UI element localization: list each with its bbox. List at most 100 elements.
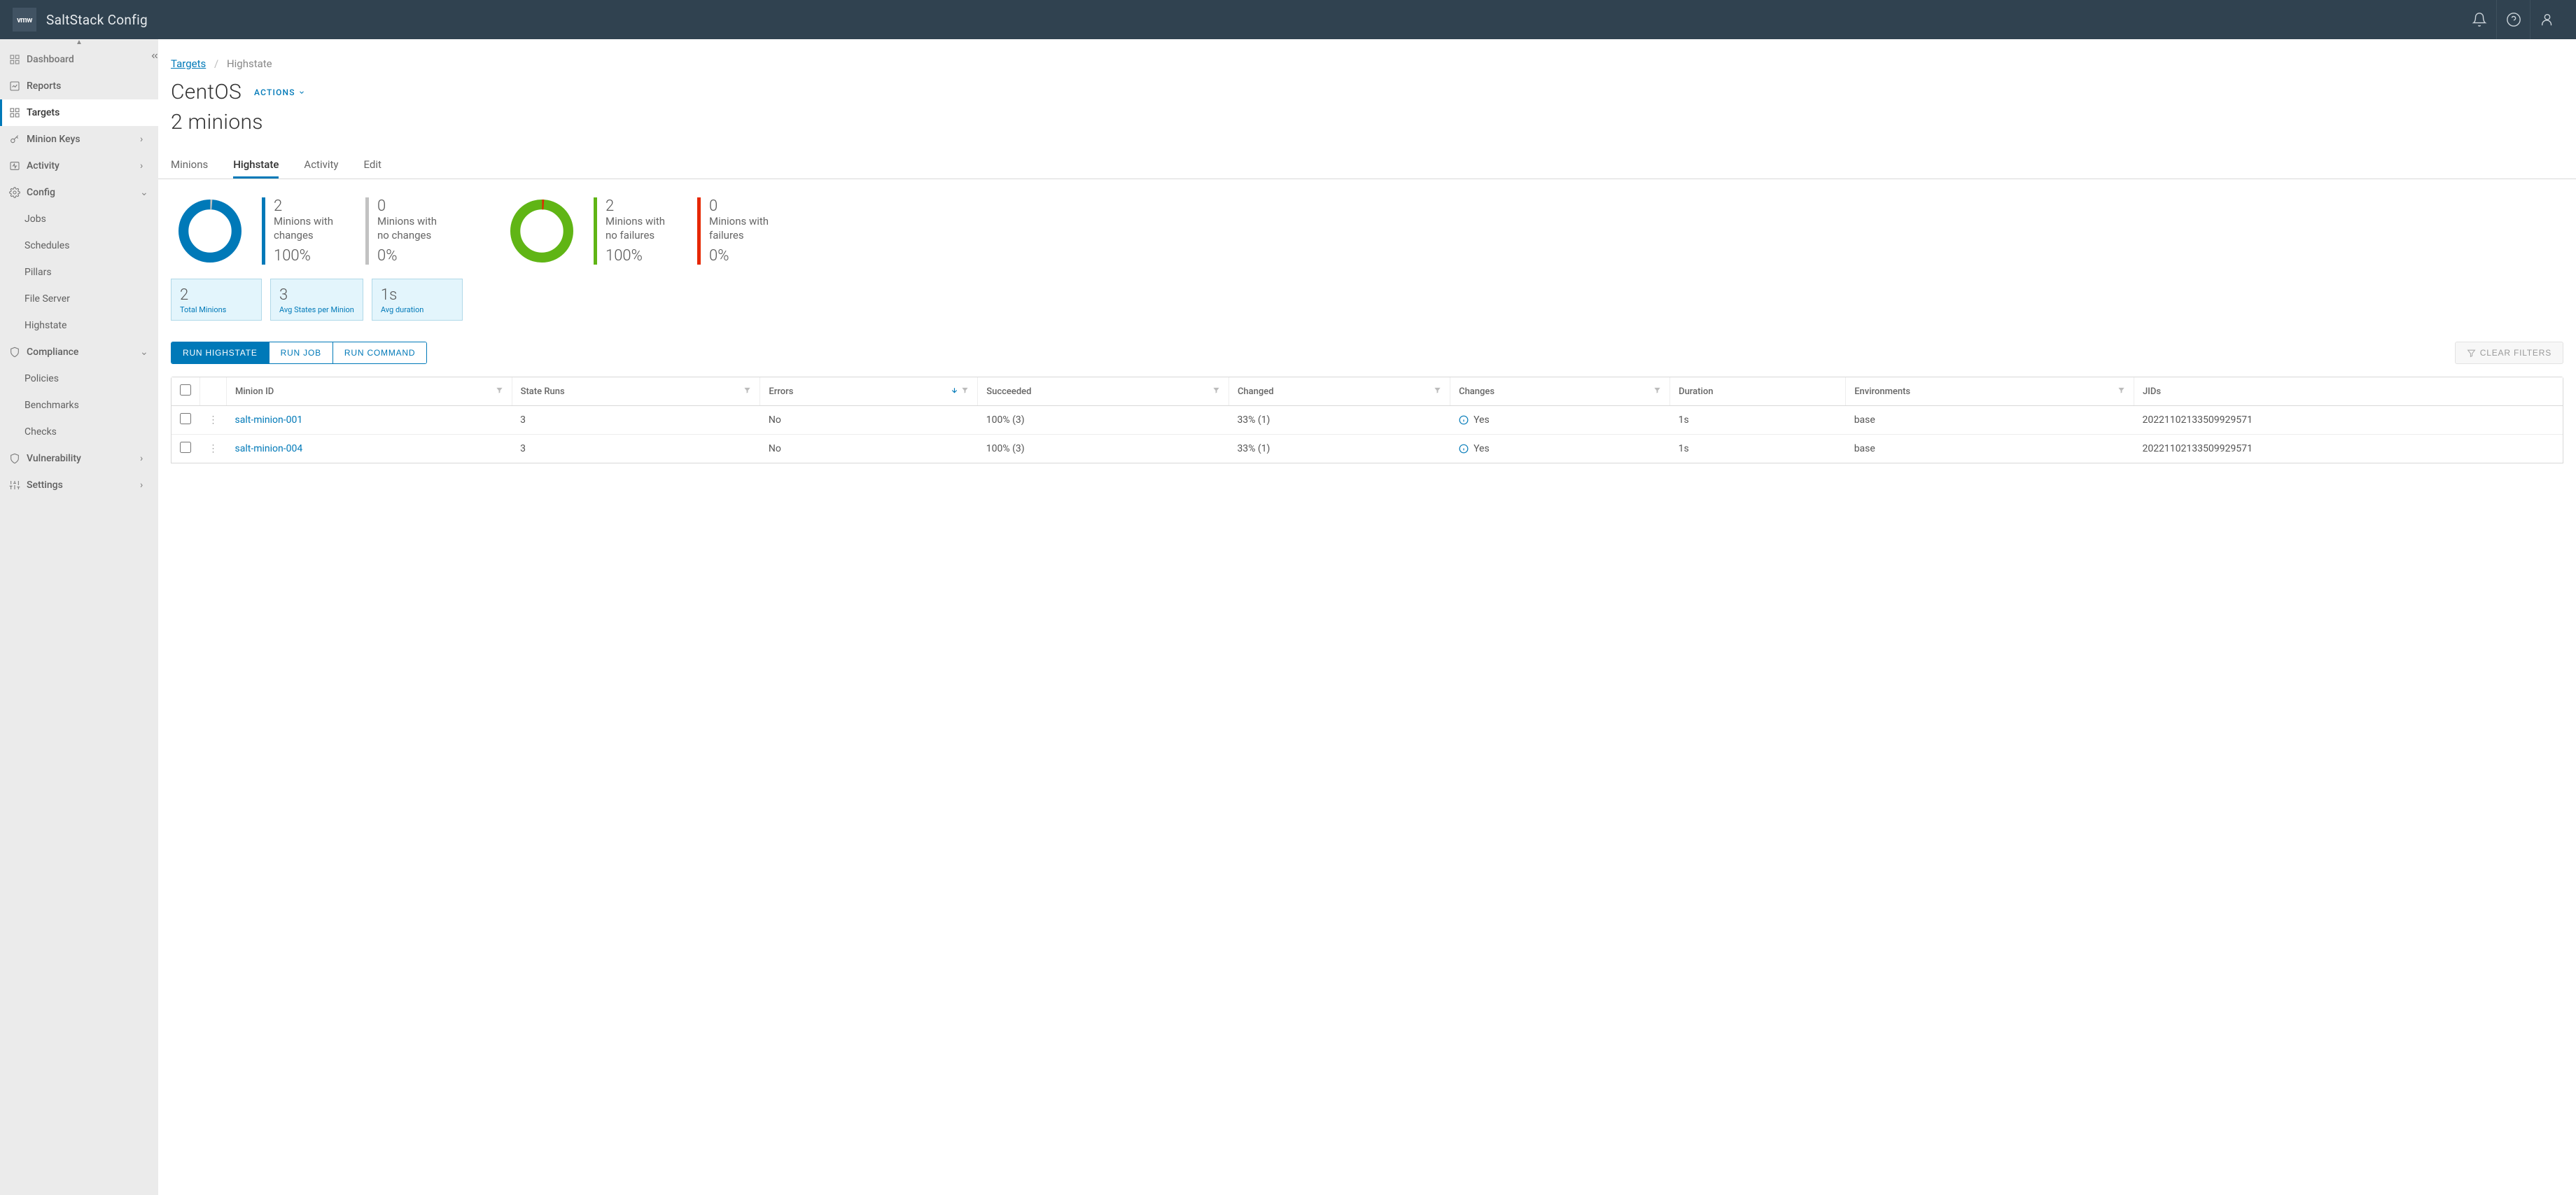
- sidebar-subitem-policies[interactable]: Policies: [0, 365, 158, 392]
- help-icon: [2506, 12, 2521, 27]
- sidebar-item-label: Highstate: [24, 320, 151, 331]
- minions-subtitle: 2 minions: [158, 107, 2576, 151]
- main-content: Targets / Highstate CentOS ACTIONS 2 min…: [158, 39, 2576, 1195]
- column-header-changes[interactable]: Changes: [1450, 377, 1670, 406]
- actions-dropdown[interactable]: ACTIONS: [254, 88, 305, 97]
- stat-percent: 100%: [274, 247, 353, 265]
- column-label: Environments: [1854, 386, 1910, 397]
- run-highstate-button[interactable]: RUN HIGHSTATE: [172, 342, 269, 363]
- stat-no-failures: 2Minions withno failures100%: [594, 197, 685, 265]
- info-icon: [1459, 415, 1469, 425]
- column-header-changed[interactable]: Changed: [1228, 377, 1450, 406]
- tile-label: Total Minions: [180, 305, 253, 314]
- cell-jids: 20221102133509929571: [2134, 435, 2563, 463]
- row-menu-icon[interactable]: ⋮: [209, 414, 218, 426]
- sidebar-item-minion-keys[interactable]: Minion Keys›: [0, 126, 158, 153]
- failures-donut-chart: [507, 196, 577, 266]
- row-checkbox[interactable]: [180, 442, 191, 453]
- sidebar-item-label: Targets: [27, 107, 151, 118]
- row-checkbox[interactable]: [180, 413, 191, 424]
- changes-donut-chart: [175, 196, 245, 266]
- notifications-button[interactable]: [2463, 0, 2496, 39]
- tab-highstate[interactable]: Highstate: [233, 151, 279, 179]
- filter-icon[interactable]: [1434, 386, 1441, 397]
- scroll-up-icon: ▲: [0, 39, 158, 46]
- tile-label: Avg duration: [381, 305, 454, 314]
- stat-label: Minions withchanges: [274, 215, 353, 242]
- sidebar-subitem-jobs[interactable]: Jobs: [0, 206, 158, 232]
- help-button[interactable]: [2496, 0, 2530, 39]
- tab-activity[interactable]: Activity: [304, 151, 338, 179]
- user-menu-button[interactable]: [2530, 0, 2563, 39]
- column-header-state-runs[interactable]: State Runs: [512, 377, 760, 406]
- sidebar: ▲ DashboardReportsTargetsMinion Keys›Act…: [0, 39, 158, 1195]
- stat-label: Minions withfailures: [709, 215, 788, 242]
- sidebar-item-label: Config: [27, 187, 140, 198]
- select-all-checkbox[interactable]: [180, 384, 191, 396]
- sidebar-item-reports[interactable]: Reports: [0, 73, 158, 99]
- sidebar-item-settings[interactable]: Settings›: [0, 472, 158, 498]
- filter-icon[interactable]: [961, 386, 969, 397]
- minion-id-link[interactable]: salt-minion-004: [235, 443, 303, 454]
- cell-environments: base: [1846, 435, 2134, 463]
- sidebar-item-dashboard[interactable]: Dashboard: [0, 46, 158, 73]
- sidebar-item-config[interactable]: Config⌄: [0, 179, 158, 206]
- minion-id-link[interactable]: salt-minion-001: [235, 414, 303, 426]
- column-header-minion-id[interactable]: Minion ID: [227, 377, 512, 406]
- cell-changed: 33% (1): [1228, 406, 1450, 435]
- cell-succeeded: 100% (3): [978, 406, 1229, 435]
- sidebar-collapse-button[interactable]: [148, 43, 161, 69]
- cell-duration: 1s: [1670, 406, 1846, 435]
- filter-icon[interactable]: [1212, 386, 1220, 397]
- column-label: Changed: [1238, 386, 1274, 397]
- sort-desc-icon[interactable]: [951, 386, 958, 397]
- chevron-right-icon: ›: [140, 453, 151, 464]
- column-header-errors[interactable]: Errors: [760, 377, 978, 406]
- sidebar-item-label: Checks: [24, 426, 151, 438]
- sidebar-item-label: Compliance: [27, 347, 140, 358]
- filter-icon[interactable]: [496, 386, 503, 397]
- breadcrumb-root-link[interactable]: Targets: [171, 57, 206, 70]
- breadcrumb-current: Highstate: [227, 57, 272, 70]
- sidebar-subitem-checks[interactable]: Checks: [0, 419, 158, 445]
- gear-icon: [8, 186, 21, 199]
- cell-state-runs: 3: [512, 435, 760, 463]
- sidebar-subitem-pillars[interactable]: Pillars: [0, 259, 158, 286]
- run-job-button[interactable]: RUN JOB: [269, 342, 332, 363]
- cell-jids: 20221102133509929571: [2134, 406, 2563, 435]
- clear-filters-button[interactable]: CLEAR FILTERS: [2455, 342, 2563, 364]
- stat-value: 0: [709, 197, 788, 215]
- grid-icon: [8, 106, 21, 119]
- column-header-jids[interactable]: JIDs: [2134, 377, 2563, 406]
- sidebar-item-label: Schedules: [24, 240, 151, 251]
- sidebar-item-label: Activity: [27, 160, 140, 172]
- shield-icon: [8, 346, 21, 358]
- tab-minions[interactable]: Minions: [171, 151, 208, 179]
- column-header-environments[interactable]: Environments: [1846, 377, 2134, 406]
- chevron-double-left-icon: [150, 51, 160, 61]
- sidebar-subitem-highstate[interactable]: Highstate: [0, 312, 158, 339]
- pulse-icon: [8, 160, 21, 172]
- column-header-succeeded[interactable]: Succeeded: [978, 377, 1229, 406]
- sidebar-subitem-file-server[interactable]: File Server: [0, 286, 158, 312]
- sidebar-item-compliance[interactable]: Compliance⌄: [0, 339, 158, 365]
- sidebar-subitem-benchmarks[interactable]: Benchmarks: [0, 392, 158, 419]
- changes-donut-group: [175, 196, 245, 266]
- run-command-button[interactable]: RUN COMMAND: [332, 342, 426, 363]
- stat-percent: 100%: [606, 247, 685, 265]
- shield-icon: [8, 452, 21, 465]
- sidebar-item-targets[interactable]: Targets: [0, 99, 158, 126]
- sidebar-item-vulnerability[interactable]: Vulnerability›: [0, 445, 158, 472]
- home-icon: [8, 53, 21, 66]
- stat-label: Minions withno failures: [606, 215, 685, 242]
- filter-icon[interactable]: [1653, 386, 1661, 397]
- tile-label: Avg States per Minion: [279, 305, 354, 314]
- column-header-duration[interactable]: Duration: [1670, 377, 1846, 406]
- filter-icon[interactable]: [2118, 386, 2125, 397]
- sidebar-subitem-schedules[interactable]: Schedules: [0, 232, 158, 259]
- cell-succeeded: 100% (3): [978, 435, 1229, 463]
- sidebar-item-activity[interactable]: Activity›: [0, 153, 158, 179]
- row-menu-icon[interactable]: ⋮: [209, 443, 218, 454]
- filter-icon[interactable]: [743, 386, 751, 397]
- tab-edit[interactable]: Edit: [364, 151, 382, 179]
